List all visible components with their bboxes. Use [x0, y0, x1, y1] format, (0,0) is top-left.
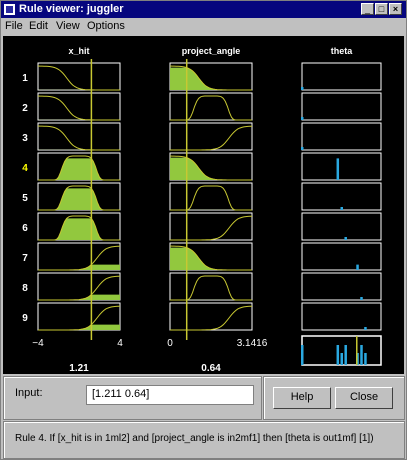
- output-spike-7: [356, 264, 359, 270]
- rule-label-6: 6: [22, 223, 28, 234]
- aggregate-spike-7: [360, 345, 363, 365]
- output-box-7: [301, 242, 382, 271]
- input-field[interactable]: [1.211 0.64]: [86, 385, 254, 405]
- aggregate-spike-4: [340, 353, 343, 365]
- mf-curve-x_hit-2: [37, 95, 120, 121]
- rule-label-9: 9: [22, 313, 28, 324]
- output-box-3: [301, 122, 382, 151]
- mf-curve-x_hit-3: [37, 125, 120, 151]
- rule-label-3: 3: [22, 133, 28, 144]
- output-spike-2: [301, 117, 304, 120]
- output-spike-5: [340, 207, 343, 210]
- rule-label-8: 8: [22, 283, 28, 294]
- output-box-1: [301, 62, 382, 91]
- output-spike-8: [360, 297, 363, 300]
- maximize-icon[interactable]: □: [375, 3, 388, 15]
- aggregate-spike-8: [364, 353, 367, 365]
- mf-fill-project_angle-7: [170, 247, 252, 270]
- menu-file[interactable]: File: [5, 20, 23, 32]
- app-icon: [4, 4, 15, 15]
- output-box-6: [301, 212, 382, 241]
- mf-fill-project_angle-4: [170, 157, 252, 180]
- tick-right-project_angle: 3.1416: [237, 338, 268, 349]
- mf-fill-x_hit-5: [38, 188, 120, 210]
- tick-left-x_hit: −4: [32, 338, 44, 349]
- mf-curve-project_angle-6: [170, 215, 252, 241]
- minimize-icon[interactable]: _: [361, 3, 374, 15]
- rule-label-4: 4: [22, 163, 28, 174]
- mf-box-project_angle-6: [169, 212, 253, 241]
- mf-curve-project_angle-2: [170, 95, 252, 121]
- rule-label-7: 7: [22, 253, 28, 264]
- rule-viewer-window: Rule viewer: juggler _ □ × File Edit Vie…: [0, 0, 407, 460]
- close-button[interactable]: Close: [335, 387, 393, 409]
- status-text: Rule 4. If [x_hit is in 1ml2] and [proje…: [15, 433, 374, 444]
- output-spike-9: [364, 327, 367, 330]
- aggregate-spike-2: [301, 353, 304, 365]
- header-theta: theta: [331, 46, 353, 56]
- mf-box-project_angle-8: [169, 272, 253, 301]
- output-spike-3: [301, 147, 304, 150]
- tick-right-x_hit: 4: [117, 338, 123, 349]
- output-box-2: [301, 92, 382, 121]
- rule-label-2: 2: [22, 103, 28, 114]
- value-x_hit: 1.21: [69, 363, 89, 374]
- output-box-5: [301, 182, 382, 211]
- aggregate-spike-3: [336, 345, 340, 365]
- mf-box-project_angle-5: [169, 182, 253, 211]
- output-box-9: [301, 302, 382, 331]
- title-bar: Rule viewer: juggler _ □ ×: [1, 1, 406, 18]
- header-x_hit: x_hit: [68, 46, 89, 56]
- menu-options[interactable]: Options: [87, 20, 125, 32]
- output-box-4: [301, 152, 382, 181]
- mf-fill-x_hit-4: [38, 158, 120, 180]
- mf-curve-project_angle-3: [170, 125, 252, 151]
- rule-plot-svg: x_hit project_angle theta 1 2 3 4 5 6 7 8 9 −4 4 1.21 0…: [22, 46, 394, 374]
- tick-left-project_angle: 0: [167, 338, 173, 349]
- menu-view[interactable]: View: [56, 20, 80, 32]
- header-project_angle: project_angle: [182, 46, 241, 56]
- aggregate-spike-5: [344, 345, 347, 365]
- rule-label-1: 1: [22, 73, 28, 84]
- mf-curve-project_angle-8: [170, 275, 252, 301]
- input-label: Input:: [15, 387, 43, 399]
- value-project_angle: 0.64: [201, 363, 221, 374]
- output-spike-4: [336, 158, 340, 180]
- menu-bar: File Edit View Options: [1, 18, 406, 34]
- rule-plot-area: x_hit project_angle theta 1 2 3 4 5 6 7 8 9 −4 4 1.21 0…: [3, 36, 404, 374]
- mf-box-project_angle-2: [169, 92, 253, 121]
- output-spike-6: [344, 237, 347, 240]
- mf-curve-x_hit-1: [37, 65, 120, 91]
- output-spike-1: [301, 87, 304, 90]
- mf-fill-x_hit-6: [38, 218, 120, 240]
- mf-box-project_angle-9: [169, 302, 253, 331]
- mf-box-project_angle-3: [169, 122, 253, 151]
- help-button[interactable]: Help: [273, 387, 331, 409]
- close-window-icon[interactable]: ×: [389, 3, 402, 15]
- rule-label-5: 5: [22, 193, 28, 204]
- mf-curve-project_angle-9: [170, 305, 252, 331]
- mf-fill-project_angle-1: [170, 67, 252, 90]
- output-box-8: [301, 272, 382, 301]
- window-title: Rule viewer: juggler: [19, 3, 124, 15]
- menu-edit[interactable]: Edit: [29, 20, 48, 32]
- mf-curve-project_angle-5: [170, 185, 252, 211]
- control-panel: Input: [1.211 0.64] Help Close Rule 4. I…: [1, 374, 406, 459]
